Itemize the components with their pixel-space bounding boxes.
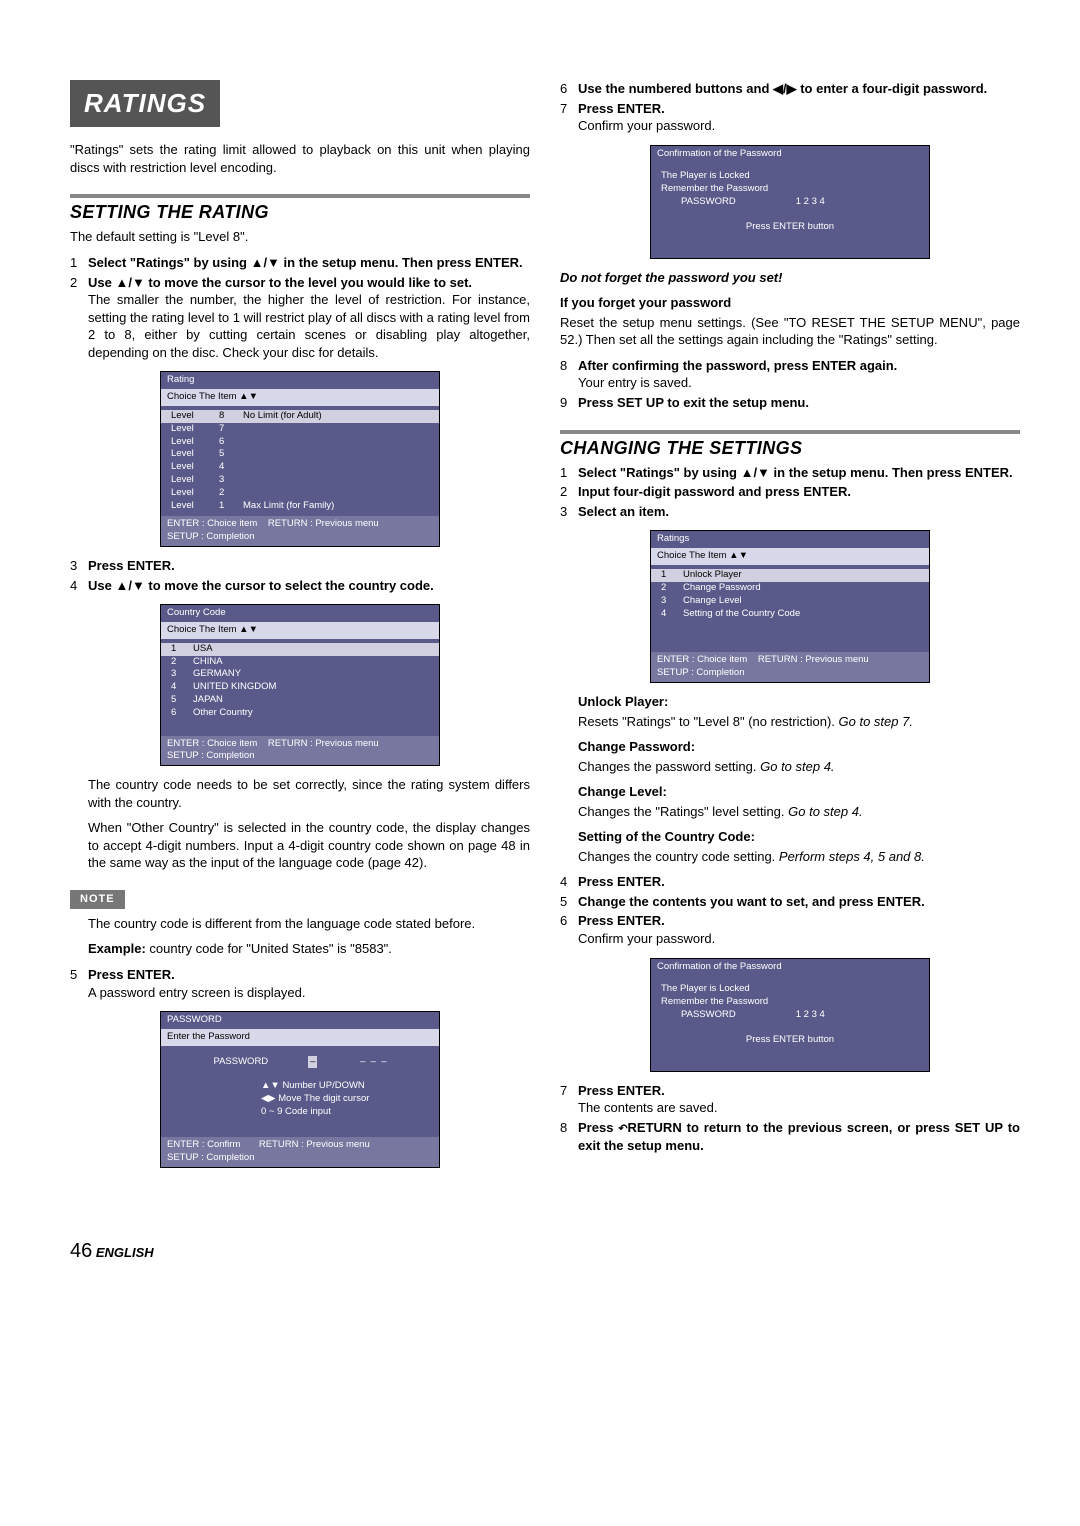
step5-body: A password entry screen is displayed.	[88, 985, 306, 1000]
page-footer: 46 ENGLISH	[70, 1238, 1020, 1265]
cc-head: Setting of the Country Code:	[578, 828, 1020, 846]
unlock-body: Resets "Ratings" to "Level 8" (no restri…	[578, 713, 1020, 731]
intro-text: "Ratings" sets the rating limit allowed …	[70, 141, 530, 176]
screen-title: Ratings	[651, 531, 929, 548]
note-body: The country code is different from the l…	[88, 915, 530, 933]
step3: Press ENTER.	[88, 558, 175, 573]
screen-title: Rating	[161, 372, 439, 389]
section-changing: CHANGING THE SETTINGS	[560, 430, 1020, 460]
cl-body: Changes the "Ratings" level setting. Go …	[578, 803, 1020, 821]
r-step8: After confirming the password, press ENT…	[578, 358, 897, 373]
c-step4: Press ENTER.	[578, 874, 665, 889]
c-step7-body: The contents are saved.	[578, 1100, 717, 1115]
c-step6: Press ENTER.	[578, 913, 665, 928]
step2-body: The smaller the number, the higher the l…	[88, 292, 530, 360]
c-step6-body: Confirm your password.	[578, 931, 715, 946]
screen-title: Confirmation of the Password	[651, 959, 929, 976]
screen-title: PASSWORD	[161, 1012, 439, 1029]
c-step8: Press ↶RETURN to return to the previous …	[578, 1120, 1020, 1153]
screen-subtitle: Choice The Item ▲▼	[161, 389, 439, 406]
confirm-screen-2: Confirmation of the Password The Player …	[650, 958, 930, 1072]
screen-subtitle: Choice The Item ▲▼	[161, 622, 439, 639]
footer-lang: ENGLISH	[96, 1245, 154, 1260]
page-number: 46	[70, 1240, 92, 1262]
step1: Select "Ratings" by using ▲/▼ in the set…	[88, 255, 523, 270]
section-setting-rating: SETTING THE RATING	[70, 194, 530, 224]
password-screen: PASSWORD Enter the Password PASSWORD –– …	[160, 1011, 440, 1168]
rating-screen: Rating Choice The Item ▲▼ Level8No Limit…	[160, 371, 440, 547]
confirm-screen-1: Confirmation of the Password The Player …	[650, 145, 930, 259]
c-step1: Select "Ratings" by using ▲/▼ in the set…	[578, 465, 1013, 480]
forget-body: Reset the setup menu settings. (See "TO …	[560, 314, 1020, 349]
step4: Use ▲/▼ to move the cursor to select the…	[88, 578, 434, 593]
example: Example: country code for "United States…	[88, 940, 530, 958]
c-step5: Change the contents you want to set, and…	[578, 894, 925, 909]
cc-body: Changes the country code setting. Perfor…	[578, 848, 1020, 866]
forget-head: If you forget your password	[560, 294, 1020, 312]
r-step9: Press SET UP to exit the setup menu.	[578, 395, 809, 410]
c-step3: Select an item.	[578, 504, 669, 519]
screen-title: Country Code	[161, 605, 439, 622]
country-body: The country code needs to be set correct…	[88, 776, 530, 811]
country-screen: Country Code Choice The Item ▲▼ 1USA 2CH…	[160, 604, 440, 766]
r-step8-body: Your entry is saved.	[578, 375, 692, 390]
cp-body: Changes the password setting. Go to step…	[578, 758, 1020, 776]
cl-head: Change Level:	[578, 783, 1020, 801]
screen-subtitle: Choice The Item ▲▼	[651, 548, 929, 565]
r-step7: Press ENTER.	[578, 101, 665, 116]
warn-text: Do not forget the password you set!	[560, 270, 782, 285]
r-step6: Use the numbered buttons and ◀/▶ to ente…	[578, 81, 987, 96]
unlock-head: Unlock Player:	[578, 693, 1020, 711]
cp-head: Change Password:	[578, 738, 1020, 756]
right-column: 6Use the numbered buttons and ◀/▶ to ent…	[560, 80, 1020, 1178]
country-body2: When "Other Country" is selected in the …	[88, 819, 530, 872]
default-text: The default setting is "Level 8".	[70, 228, 530, 246]
screen-subtitle: Enter the Password	[161, 1029, 439, 1046]
step5: Press ENTER.	[88, 967, 175, 982]
note-label: NOTE	[70, 890, 125, 909]
screen-title: Confirmation of the Password	[651, 146, 929, 163]
return-icon: ↶	[618, 1123, 627, 1135]
ratings-menu-screen: Ratings Choice The Item ▲▼ 1Unlock Playe…	[650, 530, 930, 683]
left-column: RATINGS "Ratings" sets the rating limit …	[70, 80, 530, 1178]
page-title: RATINGS	[70, 80, 220, 127]
c-step7: Press ENTER.	[578, 1083, 665, 1098]
c-step2: Input four-digit password and press ENTE…	[578, 484, 851, 499]
r-step7-body: Confirm your password.	[578, 118, 715, 133]
step2: Use ▲/▼ to move the cursor to the level …	[88, 275, 472, 290]
